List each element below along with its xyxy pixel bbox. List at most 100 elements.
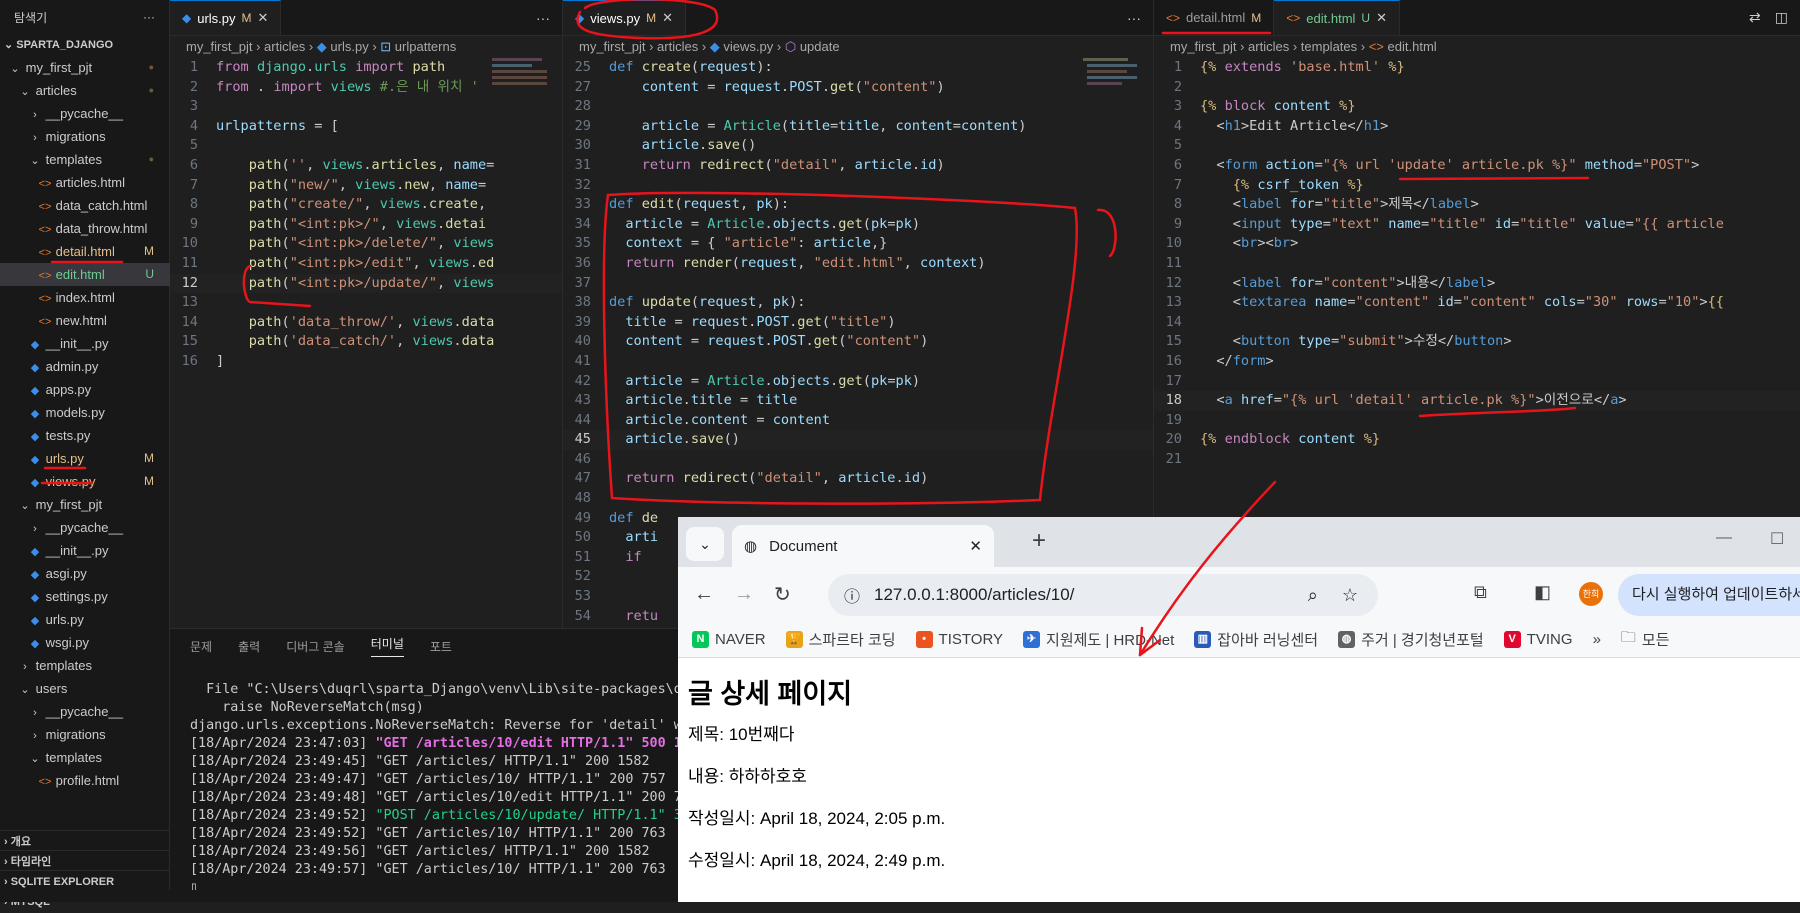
code-line[interactable]: 18 <a href="{% url 'detail' article.pk %… <box>1154 391 1800 411</box>
code-line[interactable]: 14 <box>1154 313 1800 333</box>
tree-item[interactable]: ◆ __init__.py <box>0 332 170 355</box>
compare-icon[interactable]: ⇄ <box>1749 9 1761 26</box>
update-button[interactable]: 다시 실행하여 업데이트하세 <box>1618 574 1800 616</box>
code-line[interactable]: 38 def update(request, pk): <box>563 293 1153 313</box>
tree-item[interactable]: › __pycache__ <box>0 102 170 125</box>
bookmark-item[interactable]: ▥ 잡아바 러닝센터 <box>1194 629 1318 650</box>
code-line[interactable]: 39 title = request.POST.get("title") <box>563 313 1153 333</box>
back-icon[interactable]: ← <box>694 583 714 606</box>
tree-item[interactable]: ◆ asgi.py <box>0 562 170 585</box>
tree-item[interactable]: <> new.html <box>0 309 170 332</box>
ellipsis-icon[interactable]: ··· <box>143 10 155 24</box>
code-line[interactable]: 43 article.title = title <box>563 391 1153 411</box>
sidebar-section[interactable]: › 개요 <box>0 830 170 852</box>
tree-item[interactable]: ◆ urls.py <box>0 608 170 631</box>
tree-item[interactable]: ⌄ articles ● <box>0 79 170 102</box>
new-tab-button[interactable]: + <box>1032 527 1046 555</box>
close-icon[interactable]: ✕ <box>1376 10 1387 26</box>
bookmark-item[interactable]: 🏆 스파르타 코딩 <box>785 629 896 650</box>
code-line[interactable]: 5 <box>1154 136 1800 156</box>
code-line[interactable]: 12 path("<int:pk>/update/", views <box>170 273 562 294</box>
breadcrumb-item[interactable]: templates <box>1301 39 1357 54</box>
tree-item[interactable]: › migrations <box>0 723 170 746</box>
code-line[interactable]: 36 return render(request, "edit.html", c… <box>563 254 1153 274</box>
breadcrumb-item[interactable]: my_first_pjt <box>1170 39 1236 54</box>
bookmark-item[interactable]: • TISTORY <box>915 631 1003 648</box>
code-line[interactable]: 21 <box>1154 450 1800 470</box>
code-line[interactable]: 9 path("<int:pk>/", views.detai <box>170 215 562 235</box>
side-panel-icon[interactable]: ◧ <box>1534 582 1551 603</box>
code-line[interactable]: 12 <label for="content">내용</label> <box>1154 274 1800 294</box>
tree-item[interactable]: ◆ views.py M <box>0 470 170 493</box>
minimap[interactable] <box>492 58 552 158</box>
code-line[interactable]: 7 path("new/", views.new, name= <box>170 176 562 196</box>
tree-item[interactable]: ◆ tests.py <box>0 424 170 447</box>
code-line[interactable]: 1 {% extends 'base.html' %} <box>1154 58 1800 78</box>
code-line[interactable]: 13 <textarea name="content" id="content"… <box>1154 293 1800 313</box>
tree-item[interactable]: ⌄ my_first_pjt ● <box>0 56 170 79</box>
code-line[interactable]: 34 article = Article.objects.get(pk=pk) <box>563 215 1153 235</box>
sidebar-section[interactable]: › 타임라인 <box>0 850 170 872</box>
code-line[interactable]: 17 <box>1154 372 1800 392</box>
minimap[interactable] <box>1083 58 1143 158</box>
code-line[interactable]: 48 <box>563 489 1153 509</box>
code-line[interactable]: 16 </form> <box>1154 352 1800 372</box>
close-icon[interactable]: ✕ <box>662 10 673 26</box>
tree-item[interactable]: ⌄ templates <box>0 746 170 769</box>
tree-item[interactable]: ◆ admin.py <box>0 355 170 378</box>
maximize-icon[interactable]: ☐ <box>1770 529 1784 549</box>
ellipsis-icon[interactable]: ··· <box>536 10 550 26</box>
tree-item[interactable]: <> edit.html U <box>0 263 170 286</box>
panel-tab[interactable]: 출력 <box>238 638 260 655</box>
tree-item[interactable]: <> data_throw.html <box>0 217 170 240</box>
forward-icon[interactable]: → <box>734 583 754 606</box>
panel-tab[interactable]: 포트 <box>430 638 452 655</box>
code-line[interactable]: 8 path("create/", views.create, <box>170 195 562 215</box>
ellipsis-icon[interactable]: ··· <box>1127 10 1141 26</box>
tree-item[interactable]: <> detail.html M <box>0 240 170 263</box>
tree-item[interactable]: › templates <box>0 654 170 677</box>
zoom-icon[interactable]: ⌕ <box>1308 585 1318 606</box>
breadcrumb-item[interactable]: articles <box>657 39 698 54</box>
panel-tab[interactable]: 문제 <box>190 638 212 655</box>
breadcrumb-item[interactable]: urls.py <box>330 39 368 54</box>
code-line[interactable]: 6 path('', views.articles, name= <box>170 156 562 176</box>
breadcrumb-item[interactable]: views.py <box>723 39 773 54</box>
code-line[interactable]: 11 <box>1154 254 1800 274</box>
code-line[interactable]: 10 <br><br> <box>1154 234 1800 254</box>
close-icon[interactable]: ✕ <box>258 10 269 26</box>
breadcrumb-item[interactable]: articles <box>264 39 305 54</box>
tree-item[interactable]: › __pycache__ <box>0 516 170 539</box>
panel-tab[interactable]: 터미널 <box>370 635 404 657</box>
split-editor-icon[interactable]: ◫ <box>1775 9 1788 26</box>
tree-item[interactable]: <> articles.html <box>0 171 170 194</box>
code-line[interactable]: 44 article.content = content <box>563 411 1153 431</box>
code-line[interactable]: 30 article.save() <box>563 136 1153 156</box>
code-line[interactable]: 10 path("<int:pk>/delete/", views <box>170 234 562 254</box>
extensions-icon[interactable]: ⧉ <box>1474 582 1487 603</box>
code-line[interactable]: 2 <box>1154 78 1800 98</box>
browser-tab[interactable]: ◍ Document ✕ <box>732 525 994 567</box>
code-line[interactable]: 11 path("<int:pk>/edit", views.ed <box>170 254 562 274</box>
code-line[interactable]: 40 content = request.POST.get("content") <box>563 332 1153 352</box>
code-line[interactable]: 31 return redirect("detail", article.id) <box>563 156 1153 176</box>
code-line[interactable]: 3 {% block content %} <box>1154 97 1800 117</box>
close-icon[interactable]: ✕ <box>969 537 982 555</box>
code-line[interactable]: 4 <h1>Edit Article</h1> <box>1154 117 1800 137</box>
tree-item[interactable]: ◆ models.py <box>0 401 170 424</box>
reload-icon[interactable]: ↻ <box>774 582 791 607</box>
code-line[interactable]: 32 <box>563 176 1153 196</box>
code-line[interactable]: 35 context = { "article": article,} <box>563 234 1153 254</box>
tree-item[interactable]: ◆ wsgi.py <box>0 631 170 654</box>
tab-views-py[interactable]: ◆ views.py M ✕ <box>563 0 686 35</box>
breadcrumb-item[interactable]: articles <box>1248 39 1289 54</box>
tree-item[interactable]: ⌄ templates ● <box>0 148 170 171</box>
code-line[interactable]: 28 <box>563 97 1153 117</box>
breadcrumb-item[interactable]: urlpatterns <box>395 39 456 54</box>
sidebar-section[interactable]: › SQLITE EXPLORER <box>0 870 170 892</box>
code-line[interactable]: 27 content = request.POST.get("content") <box>563 78 1153 98</box>
breadcrumb-item[interactable]: my_first_pjt <box>186 39 252 54</box>
tree-item[interactable]: ⌄ my_first_pjt <box>0 493 170 516</box>
terminal-output[interactable]: File "C:\Users\duqrl\sparta_Django\venv\… <box>170 663 678 897</box>
code-line[interactable]: 46 <box>563 450 1153 470</box>
